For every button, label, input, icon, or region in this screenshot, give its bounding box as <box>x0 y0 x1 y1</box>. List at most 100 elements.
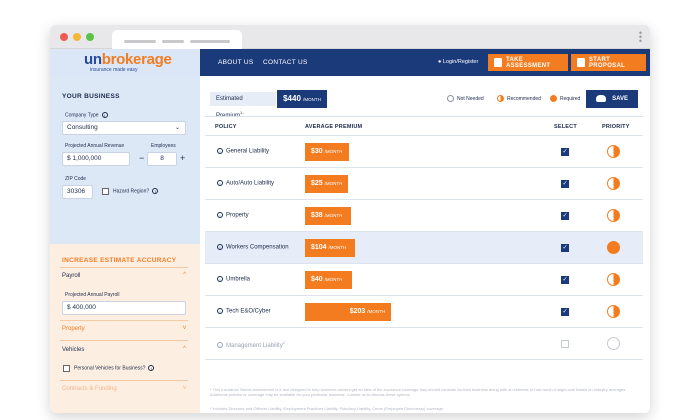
top-navbar: unbrokerage insurance made easy ABOUT US… <box>50 49 650 76</box>
col-priority: PRIORITY <box>602 124 630 130</box>
info-icon[interactable]: i <box>217 148 223 154</box>
chevron-down-icon: ⌄ <box>174 125 180 131</box>
plus-button[interactable]: + <box>180 153 185 163</box>
company-type-label: Company Type i <box>65 112 108 118</box>
chevron-up-icon[interactable]: ^ <box>183 346 186 352</box>
premium-bar: $25 /MONTH <box>305 175 348 193</box>
maximize-dot-icon[interactable] <box>86 33 94 41</box>
browser-menu-icon[interactable]: • • • <box>639 29 642 46</box>
col-average-premium: AVERAGE PREMIUM <box>305 124 363 130</box>
zip-input[interactable]: 30306 <box>62 185 93 199</box>
policy-name: i Umbrella <box>217 276 250 283</box>
chevron-up-icon[interactable]: ^ <box>183 272 186 278</box>
save-label: SAVE <box>612 96 628 102</box>
info-icon[interactable]: i <box>217 180 223 186</box>
estimated-premium-value: $440 /MONTH <box>277 90 327 108</box>
info-icon[interactable]: i <box>101 112 108 118</box>
premium-bar: $40 /MONTH <box>305 271 352 289</box>
browser-window: • • • unbrokerage insurance made easy ABOU… <box>50 25 650 413</box>
take-assessment-button[interactable]: TAKE ASSESSMENT <box>488 54 568 71</box>
footnote-management: ² Includes Directors and Officers Liabil… <box>210 406 445 411</box>
info-icon[interactable]: i <box>217 308 223 314</box>
priority-required-icon[interactable] <box>607 241 620 254</box>
policy-name: i Tech E&O/Cyber <box>217 308 271 315</box>
col-policy: POLICY <box>215 124 237 130</box>
nav-about-us[interactable]: ABOUT US <box>218 59 254 66</box>
info-icon[interactable]: i <box>217 244 223 250</box>
table-row: i Tech E&O/Cyber $203 /MONTH ✓ <box>205 296 643 328</box>
estimated-premium-label: Estimated Premium1: <box>210 92 276 119</box>
info-icon[interactable]: i <box>148 365 155 371</box>
minus-button[interactable]: − <box>139 153 144 163</box>
select-checkbox[interactable]: ✓ <box>561 180 569 188</box>
payroll-input[interactable]: $ 400,000 <box>62 301 186 315</box>
start-proposal-label: START PROPOSAL <box>589 56 626 69</box>
table-row: i General Liability $30 /MONTH ✓ <box>205 136 643 168</box>
start-proposal-button[interactable]: START PROPOSAL <box>571 54 646 71</box>
section-vehicles[interactable]: Vehicles <box>62 347 84 353</box>
employees-input[interactable]: 8 <box>147 152 177 166</box>
table-row: i Property $38 /MONTH ✓ <box>205 200 643 232</box>
section-contracts[interactable]: Contracts & Funding <box>62 386 117 392</box>
priority-recommended-icon[interactable] <box>607 177 620 190</box>
select-checkbox[interactable]: ✓ <box>561 244 569 252</box>
select-checkbox[interactable]: ✓ <box>561 148 569 156</box>
circle-empty-icon <box>447 95 454 102</box>
select-checkbox[interactable] <box>561 340 569 348</box>
policy-table: POLICY AVERAGE PREMIUM SELECT PRIORITY i… <box>205 116 643 360</box>
info-icon[interactable]: i <box>217 342 223 349</box>
logo-prefix: un <box>84 51 102 68</box>
section-property[interactable]: Property <box>62 326 85 332</box>
hazard-region-checkbox[interactable] <box>102 188 109 195</box>
table-header: POLICY AVERAGE PREMIUM SELECT PRIORITY <box>205 116 643 136</box>
zip-label: ZIP Code <box>65 176 87 182</box>
nav-contact-us[interactable]: CONTACT US <box>263 59 308 66</box>
close-dot-icon[interactable] <box>60 33 68 41</box>
info-icon[interactable]: i <box>217 212 223 218</box>
legend-required: Required <box>550 95 580 102</box>
select-checkbox[interactable]: ✓ <box>561 212 569 220</box>
premium-bar: $203 /MONTH <box>305 303 391 321</box>
logo-suffix: brokerage <box>101 51 172 68</box>
company-type-value: Consulting <box>67 124 98 131</box>
priority-recommended-icon[interactable] <box>607 209 620 222</box>
priority-not-needed-icon[interactable] <box>607 337 620 350</box>
login-link[interactable]: ● Login/Register <box>438 59 478 65</box>
main-panel: Estimated Premium1: $440 /MONTH Not Need… <box>200 76 650 413</box>
priority-recommended-icon[interactable] <box>607 305 620 318</box>
legend-not-needed: Not Needed <box>447 95 484 102</box>
circle-full-icon <box>550 95 557 102</box>
cloud-upload-icon <box>596 95 606 102</box>
select-checkbox[interactable]: ✓ <box>561 308 569 316</box>
minimize-dot-icon[interactable] <box>73 33 81 41</box>
table-row: i Auto/Auto Liability $25 /MONTH ✓ <box>205 168 643 200</box>
legend-recommended: Recommended <box>497 95 541 102</box>
premium-bar: $104 /MONTH <box>305 239 355 257</box>
increase-accuracy-panel: INCREASE ESTIMATE ACCURACY Payroll ^ Pro… <box>50 244 200 413</box>
employees-label: Employees <box>151 143 176 149</box>
policy-name: i Management Liability2 <box>217 340 285 349</box>
company-type-select[interactable]: Consulting ⌄ <box>62 121 186 135</box>
browser-tab[interactable] <box>112 30 242 49</box>
priority-recommended-icon[interactable] <box>607 273 620 286</box>
payroll-label: Projected Annual Payroll <box>65 292 120 298</box>
logo[interactable]: unbrokerage insurance made easy <box>50 49 200 76</box>
sidebar: YOUR BUSINESS Company Type i Consulting ⌄… <box>50 76 200 413</box>
table-row: i Umbrella $40 /MONTH ✓ <box>205 264 643 296</box>
info-icon[interactable]: i <box>152 188 159 194</box>
revenue-input[interactable]: $ 1,000,000 <box>62 152 130 166</box>
take-assessment-label: TAKE ASSESSMENT <box>506 56 551 69</box>
circle-half-icon <box>497 95 504 102</box>
browser-chrome: • • • <box>50 25 650 49</box>
premium-bar: $30 /MONTH <box>305 143 349 161</box>
priority-recommended-icon[interactable] <box>607 145 620 158</box>
select-checkbox[interactable]: ✓ <box>561 276 569 284</box>
personal-vehicles-label: Personal Vehicles for Business? i <box>74 365 155 371</box>
chevron-down-icon[interactable]: v <box>183 385 186 391</box>
personal-vehicles-checkbox[interactable] <box>63 365 70 372</box>
section-payroll[interactable]: Payroll <box>62 273 80 279</box>
col-select: SELECT <box>554 124 577 130</box>
save-button[interactable]: SAVE <box>586 90 638 108</box>
chevron-down-icon[interactable]: v <box>183 325 186 331</box>
info-icon[interactable]: i <box>217 276 223 282</box>
